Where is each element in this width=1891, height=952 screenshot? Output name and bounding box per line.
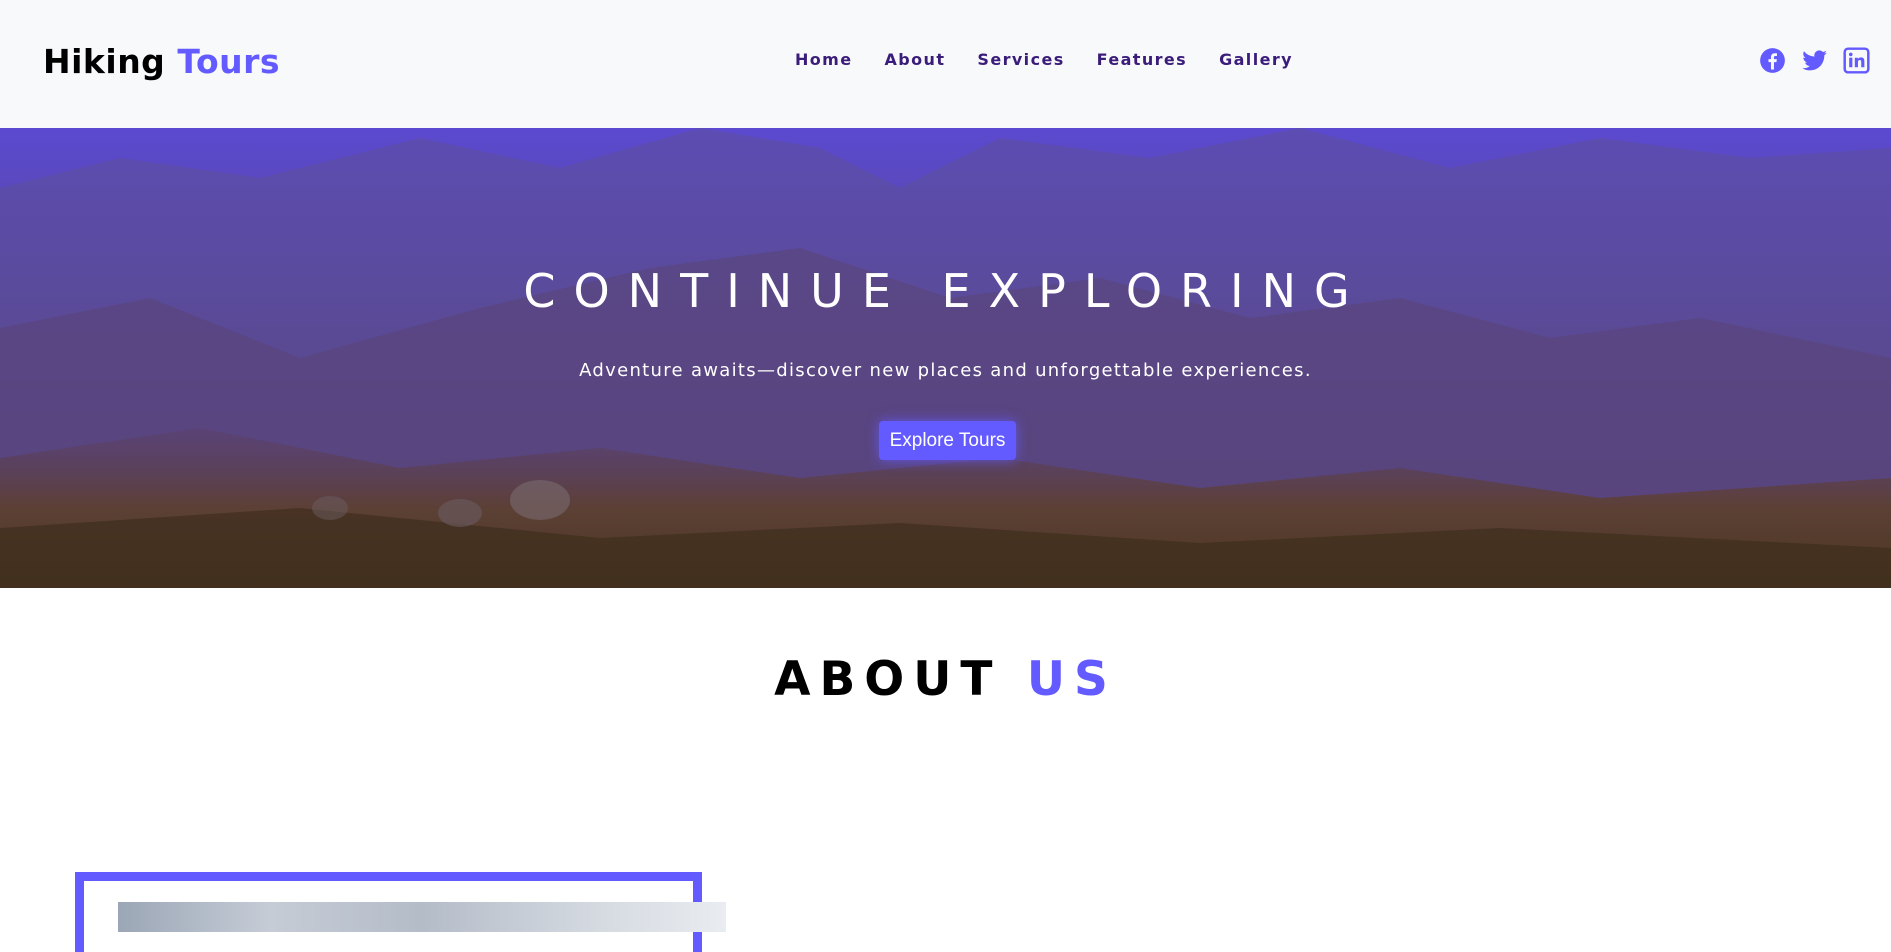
explore-tours-button[interactable]: Explore Tours [879, 421, 1016, 460]
hero-subtitle: Adventure awaits—discover new places and… [579, 360, 1312, 381]
nav-features-link[interactable]: Features [1097, 50, 1187, 69]
logo-main: Hiking [43, 42, 166, 81]
site-header: Hiking Tours Home About Services Feature… [0, 0, 1891, 128]
main-nav: Home About Services Features Gallery [795, 50, 1293, 69]
hero-title: CONTINUE EXPLORING [523, 264, 1368, 318]
linkedin-icon[interactable] [1843, 47, 1870, 74]
facebook-icon[interactable] [1759, 47, 1786, 74]
hero-section: CONTINUE EXPLORING Adventure awaits—disc… [0, 128, 1891, 588]
nav-about-link[interactable]: About [885, 50, 946, 69]
mountain-background-image [0, 128, 1891, 588]
site-logo[interactable]: Hiking Tours [43, 42, 280, 81]
social-links [1759, 47, 1870, 74]
nav-home-link[interactable]: Home [795, 50, 853, 69]
twitter-icon[interactable] [1801, 47, 1828, 74]
nav-gallery-link[interactable]: Gallery [1219, 50, 1293, 69]
about-title-accent: US [1026, 652, 1117, 707]
logo-accent: Tours [177, 42, 281, 81]
about-image [118, 902, 726, 932]
about-section-title: ABOUT US [0, 652, 1891, 707]
about-title-main: ABOUT [774, 652, 1002, 707]
nav-services-link[interactable]: Services [977, 50, 1064, 69]
